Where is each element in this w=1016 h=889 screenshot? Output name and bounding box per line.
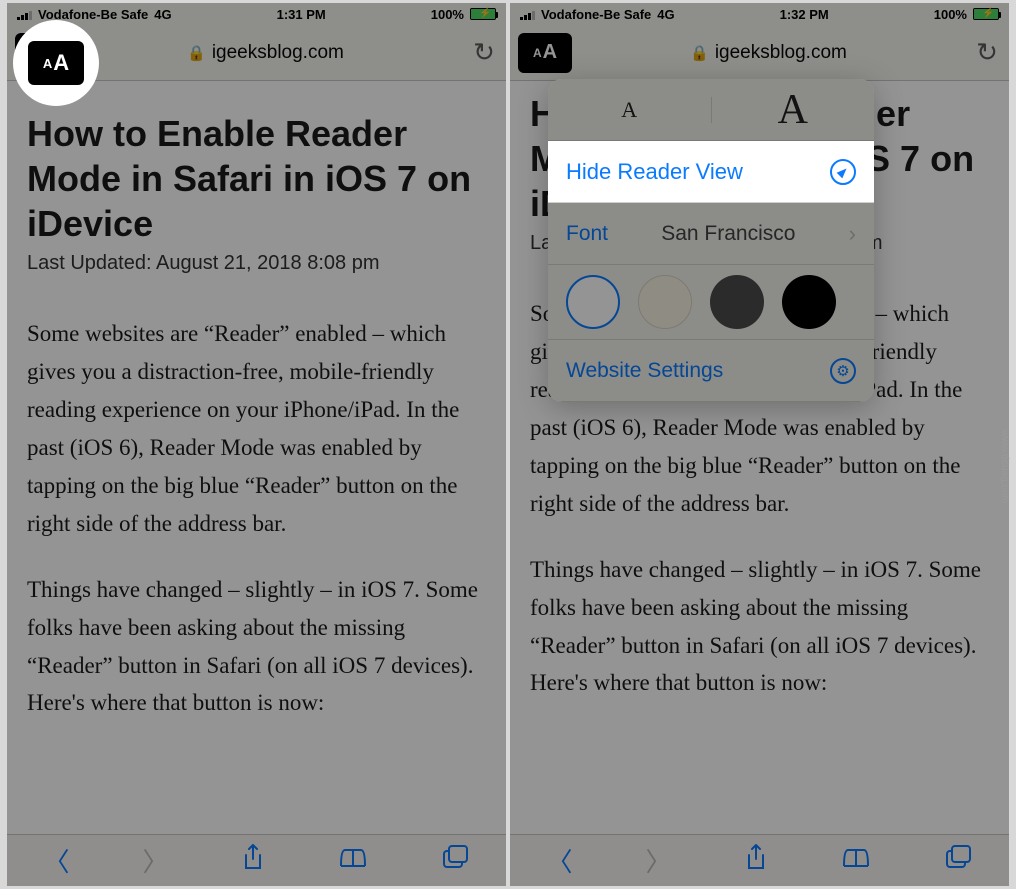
text-size-row: A A [548,79,874,141]
forward-button: 〉 [645,842,671,879]
share-button[interactable] [241,843,265,878]
bottom-toolbar: 〈 〉 [510,834,1009,886]
carrier-label: Vodafone-Be Safe [541,7,651,22]
theme-white[interactable] [566,275,620,329]
status-bar: Vodafone-Be Safe 4G 1:32 PM 100% ⚡ [510,3,1009,25]
url-domain: igeeksblog.com [212,42,344,64]
phone-left: Vodafone-Be Safe 4G 1:31 PM 100% ⚡ AA 🔒 … [7,3,506,886]
highlight-circle: AA [13,20,99,106]
network-label: 4G [657,7,674,22]
article-paragraph: Things have changed – slightly – in iOS … [27,571,486,723]
theme-row [548,265,874,340]
font-value: San Francisco [608,222,849,246]
website-settings-row[interactable]: Website Settings ⚙ [548,340,874,402]
hide-reader-label: Hide Reader View [566,159,743,185]
url-field[interactable]: 🔒 igeeksblog.com [572,42,965,64]
theme-black[interactable] [782,275,836,329]
phone-right: Vodafone-Be Safe 4G 1:32 PM 100% ⚡ AA 🔒 … [510,3,1009,886]
bookmarks-button[interactable] [841,845,871,876]
reader-aa-button[interactable]: AA [518,33,572,73]
battery-icon: ⚡ [470,8,496,20]
article-content: How to Enable Reader Mode in Safari in i… [7,81,506,770]
tabs-button[interactable] [441,844,469,877]
theme-sepia[interactable] [638,275,692,329]
clock: 1:31 PM [277,7,326,22]
network-label: 4G [154,7,171,22]
article-paragraph: Things have changed – slightly – in iOS … [530,551,989,703]
article-paragraph: Some websites are “Reader” enabled – whi… [27,315,486,543]
url-bar: AA 🔒 igeeksblog.com ↻ [510,25,1009,81]
increase-text-button[interactable]: A [712,86,875,134]
status-bar: Vodafone-Be Safe 4G 1:31 PM 100% ⚡ [7,3,506,25]
battery-pct: 100% [431,7,464,22]
battery-pct: 100% [934,7,967,22]
bookmarks-button[interactable] [338,845,368,876]
url-domain: igeeksblog.com [715,42,847,64]
signal-icon [17,9,32,20]
forward-button: 〉 [142,842,168,879]
lock-icon: 🔒 [690,44,709,62]
compass-icon [830,159,856,185]
share-button[interactable] [744,843,768,878]
theme-gray[interactable] [710,275,764,329]
article-title: How to Enable Reader Mode in Safari in i… [27,111,486,246]
website-settings-label: Website Settings [566,359,723,383]
reload-button[interactable]: ↻ [462,37,506,68]
signal-icon [520,9,535,20]
lock-icon: 🔒 [187,44,206,62]
back-button[interactable]: 〈 [546,842,572,879]
decrease-text-button[interactable]: A [548,97,712,123]
watermark: www.deuag.com [999,430,1010,503]
gear-icon: ⚙ [830,358,856,384]
reader-settings-popup: A A Hide Reader View Font San Francisco … [548,79,874,402]
url-field[interactable]: 🔒 igeeksblog.com [69,42,462,64]
font-label: Font [566,222,608,246]
bottom-toolbar: 〈 〉 [7,834,506,886]
article-meta: Last Updated: August 21, 2018 8:08 pm [27,252,486,275]
font-row[interactable]: Font San Francisco › [548,203,874,265]
tabs-button[interactable] [944,844,972,877]
reader-aa-button-highlight[interactable]: AA [28,41,84,85]
hide-reader-row[interactable]: Hide Reader View [548,141,874,203]
reload-button[interactable]: ↻ [965,37,1009,68]
battery-icon: ⚡ [973,8,999,20]
clock: 1:32 PM [780,7,829,22]
back-button[interactable]: 〈 [43,842,69,879]
chevron-right-icon: › [849,221,856,247]
